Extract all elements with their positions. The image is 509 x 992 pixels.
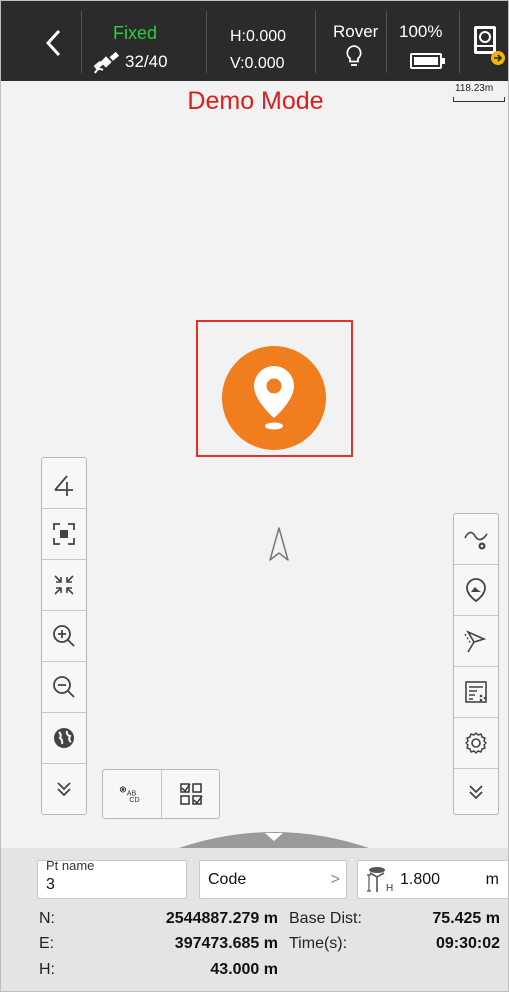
chevron-right-icon: >: [330, 871, 340, 888]
stakeout-icon: [464, 630, 487, 653]
zoom-extent-button[interactable]: [42, 509, 86, 559]
checklist-icon: [180, 783, 203, 805]
satellite-icon: [93, 51, 119, 75]
gear-icon: [465, 732, 487, 754]
zoom-in-button[interactable]: [42, 611, 86, 661]
left-map-toolbar: [41, 457, 87, 815]
demo-mode-banner: Demo Mode: [187, 87, 324, 115]
code-selector[interactable]: Code >: [199, 860, 347, 899]
vertical-precision: V:0.000: [230, 55, 285, 72]
base-distance-value: 75.425 m: [432, 910, 500, 927]
point-name-field[interactable]: Pt name 3: [37, 858, 187, 899]
divider: [81, 11, 82, 73]
point-label-icon: AB CD: [119, 786, 140, 804]
globe-icon: [54, 728, 74, 748]
point-name-value: 3: [46, 876, 55, 893]
battery-icon: [410, 53, 445, 69]
easting-label: E:: [39, 935, 55, 952]
map-scale-label: 118.23m: [455, 83, 494, 94]
divider: [315, 11, 316, 73]
horizontal-precision: H:0.000: [230, 28, 287, 45]
satellite-count: 32/40: [125, 52, 168, 71]
zoom-in-icon: [53, 625, 75, 647]
svg-text:CD: CD: [129, 796, 139, 804]
back-button[interactable]: [39, 23, 69, 63]
point-pin-icon: [466, 578, 486, 603]
receiver-connect-icon[interactable]: [471, 23, 505, 67]
label-toolbar: AB CD: [102, 769, 220, 819]
zoom-out-button[interactable]: [42, 662, 86, 712]
expand-left-toolbar-button[interactable]: [42, 764, 86, 814]
survey-screen: Fixed 32/40 H:0.000 V:0.000 Rover 100% D…: [0, 0, 509, 992]
divider: [459, 11, 460, 73]
draw-line-button[interactable]: [42, 458, 86, 508]
curve-settings-icon: [464, 531, 488, 550]
status-bar: Fixed 32/40 H:0.000 V:0.000 Rover 100%: [1, 1, 508, 81]
northing-value: 2544887.279 m: [165, 910, 278, 927]
double-chevron-down-icon: [57, 782, 71, 797]
antenna-height-value: 1.800: [400, 871, 441, 888]
antenna-height-field[interactable]: H 1.800 m: [357, 860, 508, 899]
lightbulb-icon[interactable]: [343, 44, 365, 68]
antenna-height-icon: H: [367, 867, 393, 894]
easting-value: 397473.685 m: [174, 935, 278, 952]
chevron-left-icon: [45, 29, 61, 57]
point-label-button[interactable]: AB CD: [103, 770, 161, 818]
divider: [206, 11, 207, 73]
shrink-icon: [54, 575, 74, 595]
base-distance-label: Base Dist:: [289, 910, 362, 927]
zoom-extent-icon: [53, 523, 75, 545]
zoom-out-icon: [53, 676, 75, 698]
svg-text:H: H: [386, 883, 393, 894]
height-value: 43.000 m: [210, 961, 278, 978]
location-pin-icon[interactable]: [222, 346, 326, 450]
navigation-arrow-icon: [268, 526, 290, 564]
stakeout-button[interactable]: [454, 616, 498, 666]
double-chevron-down-icon: [469, 785, 483, 800]
fix-status: Fixed: [113, 23, 158, 43]
height-label: H:: [39, 961, 55, 978]
map-scale-bar: [453, 97, 505, 102]
antenna-height-unit: m: [485, 871, 499, 888]
time-label: Time(s):: [289, 935, 348, 952]
time-value: 09:30:02: [435, 935, 500, 952]
point-list-icon: [465, 681, 487, 703]
northing-label: N:: [39, 910, 55, 927]
draw-line-icon: [54, 475, 73, 496]
curve-settings-button[interactable]: [454, 514, 498, 564]
right-map-toolbar: [453, 513, 499, 815]
point-name-caption: Pt name: [46, 858, 95, 873]
shrink-button[interactable]: [42, 560, 86, 610]
divider: [386, 11, 387, 73]
battery-percent: 100%: [399, 22, 443, 41]
point-list-button[interactable]: [454, 667, 498, 717]
layer-select-button[interactable]: [162, 770, 220, 818]
settings-button[interactable]: [454, 718, 498, 768]
point-pin-button[interactable]: [454, 565, 498, 615]
code-label: Code: [208, 871, 247, 888]
basemap-button[interactable]: [42, 713, 86, 763]
rover-mode-label: Rover: [333, 22, 379, 41]
expand-right-toolbar-button[interactable]: [454, 769, 498, 815]
